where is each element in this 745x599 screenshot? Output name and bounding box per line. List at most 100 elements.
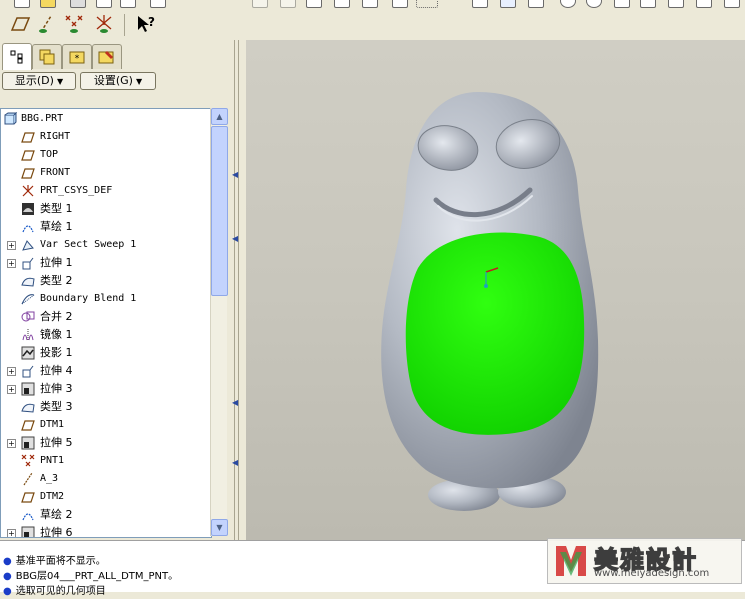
tree-item[interactable]: 类型 1	[1, 200, 211, 218]
tree-item[interactable]: RIGHT	[1, 128, 211, 146]
belly-surface-selected[interactable]	[405, 232, 585, 435]
main-toolbar: ?	[0, 0, 745, 41]
coordinate-systems-toggle-icon[interactable]	[92, 12, 116, 36]
tree-item[interactable]: + 拉伸 3	[1, 380, 211, 398]
sketch-icon	[21, 220, 35, 234]
datum-plane-icon	[21, 166, 35, 180]
tree-item[interactable]: A_3	[1, 470, 211, 488]
folder-browser-tab[interactable]	[32, 44, 62, 69]
tree-item[interactable]: DTM2	[1, 488, 211, 506]
redo-icon[interactable]	[150, 0, 166, 8]
tree-item[interactable]: PRT_CSYS_DEF	[1, 182, 211, 200]
chevron-down-icon: ▼	[56, 77, 64, 86]
datum-display-toolbar: ?	[0, 10, 170, 38]
saved-views-icon[interactable]	[560, 0, 576, 8]
view-manager-icon[interactable]	[614, 0, 630, 8]
named-views-icon[interactable]	[640, 0, 656, 8]
scroll-thumb[interactable]	[211, 126, 228, 296]
tree-item[interactable]: + Var Sect Sweep 1	[1, 236, 211, 254]
show-menu-button[interactable]: 显示(D) ▼	[2, 72, 76, 90]
collapse-left-icon[interactable]: ◀	[232, 399, 242, 407]
context-help-icon[interactable]: ?	[134, 12, 158, 36]
expand-icon[interactable]: +	[7, 439, 16, 448]
shade-icon[interactable]	[696, 0, 712, 8]
scroll-up-icon[interactable]: ▲	[211, 108, 228, 125]
undo-icon[interactable]	[120, 0, 136, 8]
tree-item[interactable]: DTM1	[1, 416, 211, 434]
datum-points-toggle-icon[interactable]	[62, 12, 86, 36]
tree-item[interactable]: + 拉伸 5	[1, 434, 211, 452]
tree-item-label: 拉伸 4	[40, 364, 73, 377]
expand-icon[interactable]: +	[7, 259, 16, 268]
surface-icon	[21, 400, 35, 414]
datum-plane-icon	[21, 130, 35, 144]
tree-root-item[interactable]: BBG.PRT	[1, 110, 211, 128]
solid-feature-icon	[21, 202, 35, 216]
tree-item[interactable]: 类型 2	[1, 272, 211, 290]
penguin-model	[381, 92, 599, 511]
settings-menu-button[interactable]: 设置(G) ▼	[80, 72, 156, 90]
repaint-icon[interactable]	[392, 0, 408, 8]
datum-plane-icon	[21, 148, 35, 162]
tree-item[interactable]: 投影 1	[1, 344, 211, 362]
model-tree-scrollbar[interactable]: ▲ ▼	[210, 108, 228, 536]
bullet-icon: ●	[3, 571, 12, 582]
orient-icon[interactable]	[528, 0, 544, 8]
tree-item[interactable]: 草绘 1	[1, 218, 211, 236]
copy-icon[interactable]	[252, 0, 268, 8]
sketch-icon	[21, 508, 35, 522]
collapse-left-icon[interactable]: ◀	[232, 235, 242, 243]
zoom-in-icon[interactable]	[416, 0, 438, 8]
regenerate-icon[interactable]	[306, 0, 322, 8]
display-style-icon[interactable]	[668, 0, 684, 8]
expand-icon[interactable]: +	[7, 385, 16, 394]
connections-tab[interactable]	[92, 44, 122, 69]
new-icon[interactable]	[14, 0, 30, 8]
tree-item[interactable]: 合并 2	[1, 308, 211, 326]
collapse-left-icon[interactable]: ◀	[232, 459, 242, 467]
model-tree-tab[interactable]	[2, 43, 32, 70]
tree-item[interactable]: + 拉伸 6	[1, 524, 211, 537]
find-icon[interactable]	[334, 0, 350, 8]
zoom-out-icon[interactable]	[472, 0, 488, 8]
refit-icon[interactable]	[500, 0, 516, 8]
tree-item[interactable]: + 拉伸 4	[1, 362, 211, 380]
expand-icon[interactable]: +	[7, 241, 16, 250]
expand-icon[interactable]: +	[7, 529, 16, 537]
print-icon[interactable]	[96, 0, 112, 8]
toolbar-row-top	[0, 0, 745, 8]
tree-item-label: 类型 1	[40, 202, 73, 215]
tree-item[interactable]: FRONT	[1, 164, 211, 182]
extrude-cut-icon	[21, 526, 35, 537]
message-line: ● 基准平面将不显示。	[3, 556, 106, 567]
tree-item[interactable]: 镜像 1	[1, 326, 211, 344]
paste-icon[interactable]	[280, 0, 296, 8]
datum-planes-toggle-icon[interactable]	[8, 12, 32, 36]
cut-icon[interactable]	[196, 0, 210, 6]
scroll-down-icon[interactable]: ▼	[211, 519, 228, 536]
tree-item[interactable]: 草绘 2	[1, 506, 211, 524]
layers-icon[interactable]	[586, 0, 602, 8]
settings-menu-label: 设置(G)	[93, 74, 133, 87]
hidden-line-icon[interactable]	[724, 0, 740, 8]
tree-item-label: BBG.PRT	[21, 113, 64, 124]
favorites-tab[interactable]: *	[62, 44, 92, 69]
model-tree: BBG.PRT RIGHT TOP FRONT PRT_CSYS_DEF 类型 1 草绘 1…	[0, 108, 212, 538]
tree-item-label: 类型 3	[40, 400, 73, 413]
tree-item[interactable]: PNT1	[1, 452, 211, 470]
save-icon[interactable]	[70, 0, 86, 8]
select-icon[interactable]	[362, 0, 378, 8]
datum-axes-toggle-icon[interactable]	[34, 12, 58, 36]
tree-item[interactable]: 类型 3	[1, 398, 211, 416]
graphics-viewport[interactable]	[246, 40, 745, 540]
tree-item[interactable]: Boundary Blend 1	[1, 290, 211, 308]
chevron-down-icon: ▼	[135, 77, 143, 86]
collapse-left-icon[interactable]: ◀	[232, 171, 242, 179]
tree-item[interactable]: TOP	[1, 146, 211, 164]
tree-item-label: 拉伸 1	[40, 256, 73, 269]
expand-icon[interactable]: +	[7, 367, 16, 376]
watermark-logo: 美雅設計 www.meiyadesign.com	[547, 538, 742, 584]
open-icon[interactable]	[40, 0, 56, 8]
tree-item[interactable]: + 拉伸 1	[1, 254, 211, 272]
panel-sash[interactable]: ◀ ◀ ◀ ◀	[230, 40, 246, 540]
